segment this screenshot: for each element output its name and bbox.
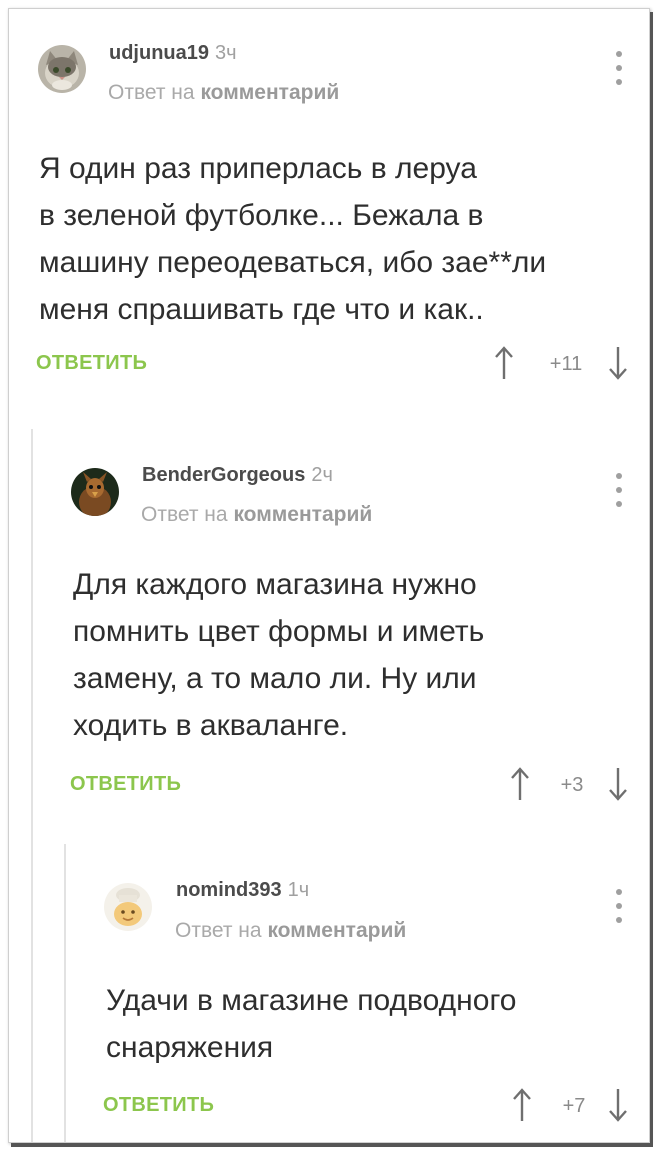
comment-username[interactable]: nomind393 1ч	[176, 879, 309, 902]
reply-target-link[interactable]: комментарий	[267, 919, 406, 942]
chef-avatar-icon[interactable]	[104, 883, 152, 931]
reply-to-line: Ответ на комментарий	[175, 919, 406, 943]
more-options-icon[interactable]	[612, 889, 626, 923]
comment-time: 1ч	[287, 879, 310, 901]
comment-text: Удачи в магазине подводного снаряжения	[106, 977, 516, 1071]
username-text[interactable]: nomind393	[176, 879, 282, 901]
comment-3: nomind393 1ч Ответ на комментарий Удачи в…	[9, 9, 649, 1142]
comment-text-line: снаряжения	[106, 1031, 274, 1064]
comment-thread: udjunua19 3ч Ответ на комментарий Я один …	[8, 8, 650, 1143]
downvote-arrow-icon[interactable]	[606, 1088, 630, 1122]
rating-value: +7	[562, 1095, 586, 1117]
reply-prefix: Ответ на	[175, 919, 262, 942]
comment-text-line: Удачи в магазине подводного	[106, 984, 517, 1017]
reply-button[interactable]: ОТВЕТИТЬ	[103, 1094, 214, 1117]
upvote-arrow-icon[interactable]	[510, 1088, 534, 1122]
